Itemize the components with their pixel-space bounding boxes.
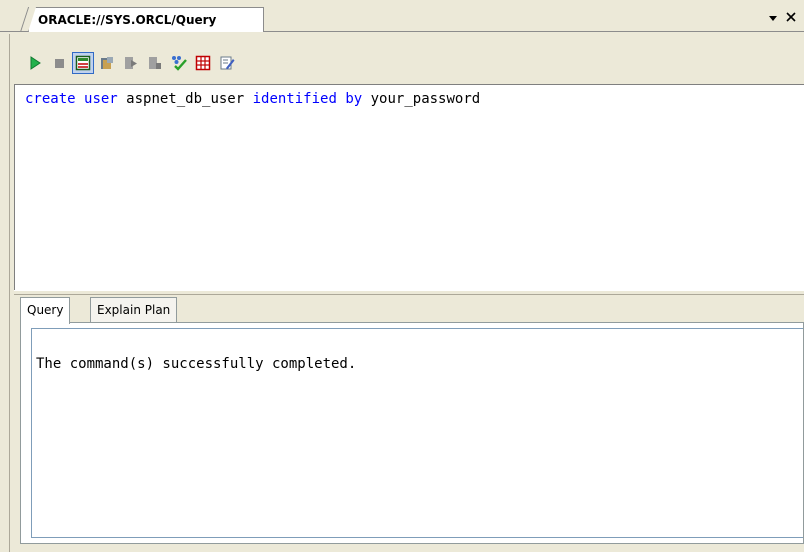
document-tab[interactable]: ORACLE://SYS.ORCL/Query [28,7,264,32]
edit-icon [220,56,235,70]
tab-slant-edge [20,7,30,32]
pane-left-border [9,34,10,552]
stop-button[interactable] [48,52,70,74]
query-designer-button[interactable] [168,52,190,74]
tab-explain-plan[interactable]: Explain Plan [90,297,178,323]
bookmark-icon [149,57,161,69]
close-icon[interactable] [784,11,798,25]
folder-icon [101,57,113,69]
tab-query-label: Query [27,303,64,317]
designer-icon [172,56,187,71]
code-token: user [84,91,118,107]
table-icon [195,55,211,71]
document-tab-strip: ORACLE://SYS.ORCL/Query [0,0,804,34]
sql-editor[interactable]: create user aspnet_db_user identified by… [14,84,804,290]
code-token: aspnet_db_user [117,91,253,107]
tab-controls [766,9,798,27]
open-query-button[interactable] [96,52,118,74]
table-view-button[interactable] [192,52,214,74]
code-token: by [345,91,363,107]
results-output[interactable]: The command(s) successfully completed. [31,328,803,538]
results-grid-icon [75,55,91,71]
pane-splitter[interactable] [14,290,804,295]
chevron-down-icon[interactable] [766,11,780,25]
tab-query[interactable]: Query [20,297,71,324]
play-icon [30,56,41,70]
code-token: your_password [362,91,481,107]
code-token: create [25,91,76,107]
step-into-button[interactable] [120,52,142,74]
tab-explain-plan-label: Explain Plan [97,303,171,317]
sql-code-line: create user aspnet_db_user identified by… [25,91,480,107]
results-to-grid-button[interactable] [72,52,94,74]
code-token: identified [252,91,337,107]
query-window: ORACLE://SYS.ORCL/Query create user aspn… [0,0,804,552]
results-tab-strip: Query Explain Plan [20,297,804,324]
step-icon [125,57,137,69]
execute-button[interactable] [24,52,46,74]
results-panel: The command(s) successfully completed. [20,322,804,544]
stop-icon [55,59,64,68]
edit-button[interactable] [216,52,238,74]
bookmark-button[interactable] [144,52,166,74]
document-tab-title: ORACLE://SYS.ORCL/Query [38,13,217,27]
query-toolbar [14,46,804,80]
result-message: The command(s) successfully completed. [36,356,357,372]
